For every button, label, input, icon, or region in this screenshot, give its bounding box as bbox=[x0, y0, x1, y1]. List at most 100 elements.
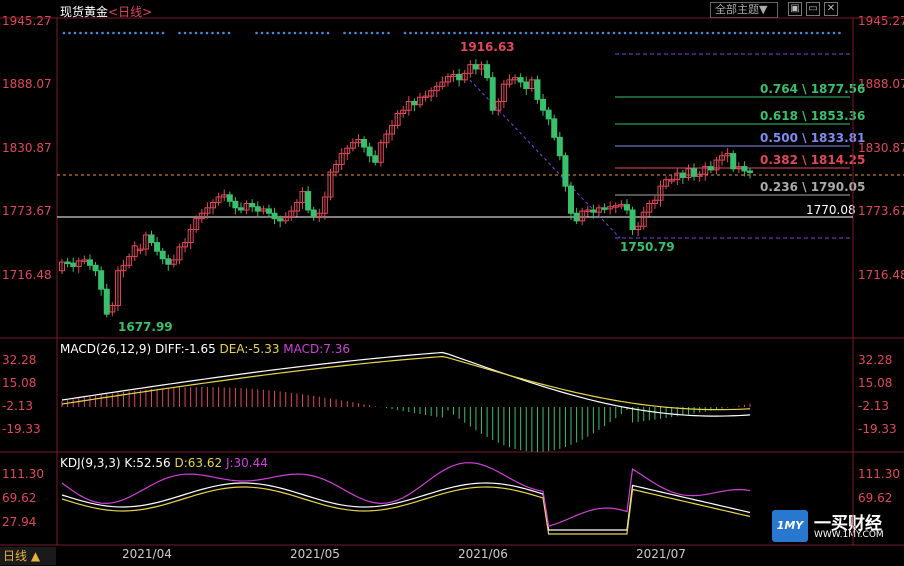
candle-body bbox=[685, 168, 692, 178]
kdj-j: J:30.44 bbox=[225, 456, 268, 470]
indicator-dot bbox=[365, 31, 368, 35]
candle-body bbox=[377, 142, 384, 163]
candle-body bbox=[282, 216, 289, 222]
indicator-dot bbox=[73, 31, 77, 35]
price-axis-label-left: 1888.07 bbox=[2, 77, 52, 91]
indicator-dot bbox=[722, 31, 726, 35]
candle-body bbox=[416, 96, 423, 106]
indicator-dot bbox=[673, 31, 676, 35]
minimize-icon[interactable]: ▭ bbox=[806, 2, 820, 16]
high-annotation: 1916.63 bbox=[460, 40, 515, 54]
candle-body bbox=[389, 124, 396, 135]
indicator-dot bbox=[524, 31, 528, 35]
candle-body bbox=[534, 79, 541, 100]
macd-diff-line bbox=[61, 351, 751, 417]
indicator-dot bbox=[425, 31, 429, 35]
candle-body bbox=[70, 262, 77, 267]
candle-body bbox=[299, 191, 306, 203]
candle-body bbox=[182, 242, 189, 248]
indicator-dot bbox=[381, 31, 385, 35]
candle-body bbox=[668, 179, 675, 182]
low-annotation: 1677.99 bbox=[118, 320, 173, 334]
candle-body bbox=[86, 259, 93, 266]
candle-body bbox=[428, 90, 435, 97]
candle-body bbox=[562, 155, 569, 187]
indicator-dot bbox=[574, 31, 577, 35]
candle-body bbox=[411, 101, 418, 106]
instrument-name: 现货黄金 bbox=[60, 5, 109, 19]
candle-body bbox=[607, 206, 614, 210]
candle-body bbox=[405, 101, 412, 111]
indicator-dot bbox=[634, 31, 638, 35]
indicator-dot bbox=[678, 31, 682, 35]
kdj-d-line bbox=[61, 486, 751, 535]
candle-body bbox=[456, 73, 463, 81]
indicator-dot bbox=[359, 31, 363, 35]
candle-body bbox=[702, 166, 709, 175]
period-selector-button[interactable]: 日线 ▲ bbox=[0, 547, 56, 565]
indicator-dot bbox=[255, 31, 258, 35]
indicator-dot bbox=[442, 31, 445, 35]
indicator-dot bbox=[150, 31, 154, 35]
indicator-dot bbox=[557, 31, 561, 35]
indicator-dot bbox=[156, 31, 159, 35]
candle-body bbox=[394, 112, 401, 126]
macd-diff: DIFF:-1.65 bbox=[154, 342, 216, 356]
indicator-dot bbox=[618, 31, 621, 35]
indicator-dot bbox=[68, 31, 71, 35]
candle-body bbox=[137, 248, 144, 252]
candle-body bbox=[176, 246, 183, 261]
macd-axis-label-right: 32.28 bbox=[858, 353, 893, 367]
candle-body bbox=[601, 207, 608, 210]
price-axis-label-right: 1945.27 bbox=[858, 14, 904, 28]
indicator-dot bbox=[689, 31, 693, 35]
candle-body bbox=[707, 166, 714, 171]
candle-body bbox=[741, 166, 748, 172]
indicator-dot bbox=[161, 31, 165, 35]
indicator-dot bbox=[321, 31, 324, 35]
fib-label: 0.236 \ 1790.05 bbox=[760, 180, 866, 194]
candle-body bbox=[439, 81, 446, 87]
candle-body bbox=[523, 81, 530, 90]
indicator-dot bbox=[139, 31, 143, 35]
candle-body bbox=[623, 204, 630, 211]
candle-body bbox=[103, 288, 110, 315]
indicator-dot bbox=[832, 31, 836, 35]
close-icon[interactable]: ✕ bbox=[824, 2, 838, 16]
indicator-dot bbox=[145, 31, 148, 35]
candle-body bbox=[126, 256, 133, 266]
indicator-dot bbox=[750, 31, 753, 35]
macd-name: MACD(26,12,9) bbox=[60, 342, 152, 356]
indicator-dot bbox=[310, 31, 313, 35]
candle-body bbox=[590, 209, 597, 213]
candle-body bbox=[635, 225, 642, 231]
candle-body bbox=[148, 234, 155, 244]
candle-body bbox=[210, 201, 217, 209]
candle-body bbox=[271, 212, 278, 220]
kdj-k: K:52.56 bbox=[124, 456, 171, 470]
macd-dea-line bbox=[61, 355, 751, 411]
candle-body bbox=[551, 118, 558, 138]
theme-dropdown-button[interactable]: 全部主题▼ bbox=[710, 2, 778, 18]
logo-icon: 1MY bbox=[772, 510, 808, 542]
indicator-dot bbox=[266, 31, 269, 35]
indicator-dot bbox=[227, 31, 231, 35]
indicator-dot bbox=[464, 31, 467, 35]
indicator-dot bbox=[563, 31, 566, 35]
candle-body bbox=[383, 133, 390, 144]
indicator-dot bbox=[216, 31, 220, 35]
x-axis-label: 2021/04 bbox=[122, 547, 172, 561]
indicator-dot bbox=[431, 31, 434, 35]
candle-body bbox=[305, 191, 312, 211]
restore-icon[interactable]: ▣ bbox=[788, 2, 802, 16]
candle-body bbox=[170, 259, 177, 265]
kdj-j-line bbox=[61, 462, 751, 527]
indicator-dot bbox=[293, 31, 297, 35]
indicator-dot bbox=[106, 31, 110, 35]
indicator-dot bbox=[299, 31, 302, 35]
candle-body bbox=[349, 142, 356, 149]
candle-body bbox=[159, 250, 166, 260]
candle-body bbox=[472, 64, 479, 70]
candle-body bbox=[293, 201, 300, 212]
indicator-dot bbox=[211, 31, 214, 35]
